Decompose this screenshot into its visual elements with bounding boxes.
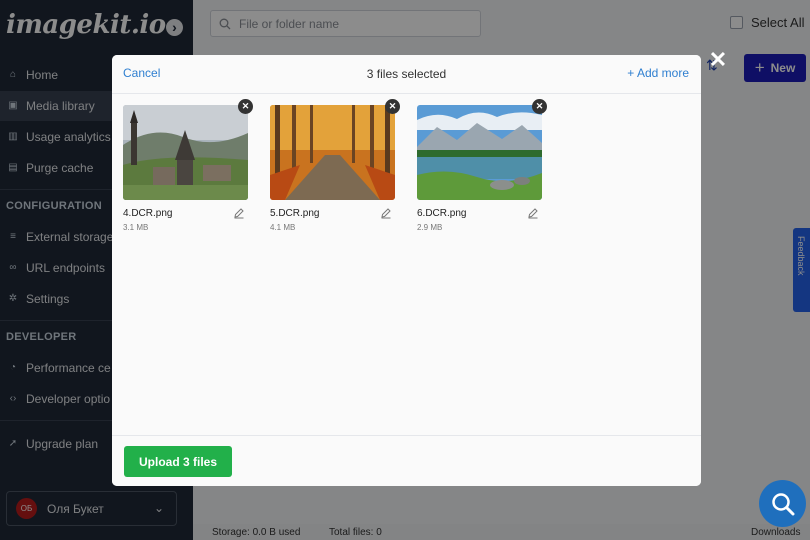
file-card: ✕ 4.DCR.png 3.1 MB — [123, 99, 253, 235]
file-card: ✕ 5.DCR.png 4.1 MB — [270, 99, 400, 235]
file-card: ✕ 6.DCR.png 2.9 MB — [417, 99, 547, 235]
file-thumbnail-mountain-lake — [417, 105, 542, 200]
modal-header: Cancel 3 files selected + Add more — [112, 55, 701, 94]
modal-footer: Upload 3 files — [112, 435, 701, 486]
remove-file-icon[interactable]: ✕ — [238, 99, 253, 114]
edit-icon[interactable] — [233, 207, 245, 219]
upload-modal: Cancel 3 files selected + Add more ✕ 4.D… — [112, 55, 701, 486]
upload-button[interactable]: Upload 3 files — [124, 446, 232, 477]
file-size: 4.1 MB — [270, 223, 296, 232]
file-name: 6.DCR.png — [417, 208, 467, 219]
edit-icon[interactable] — [380, 207, 392, 219]
remove-file-icon[interactable]: ✕ — [385, 99, 400, 114]
close-icon[interactable]: ✕ — [708, 49, 728, 71]
add-more-button[interactable]: + Add more — [627, 66, 689, 80]
search-icon — [771, 492, 794, 515]
modal-title: 3 files selected — [366, 67, 447, 81]
file-size: 2.9 MB — [417, 223, 443, 232]
file-thumbnail-autumn-forest — [270, 105, 395, 200]
file-thumbnail-village-church — [123, 105, 248, 200]
file-size: 3.1 MB — [123, 223, 149, 232]
chat-button[interactable] — [759, 480, 806, 527]
edit-icon[interactable] — [527, 207, 539, 219]
file-name: 5.DCR.png — [270, 208, 320, 219]
remove-file-icon[interactable]: ✕ — [532, 99, 547, 114]
file-name: 4.DCR.png — [123, 208, 173, 219]
